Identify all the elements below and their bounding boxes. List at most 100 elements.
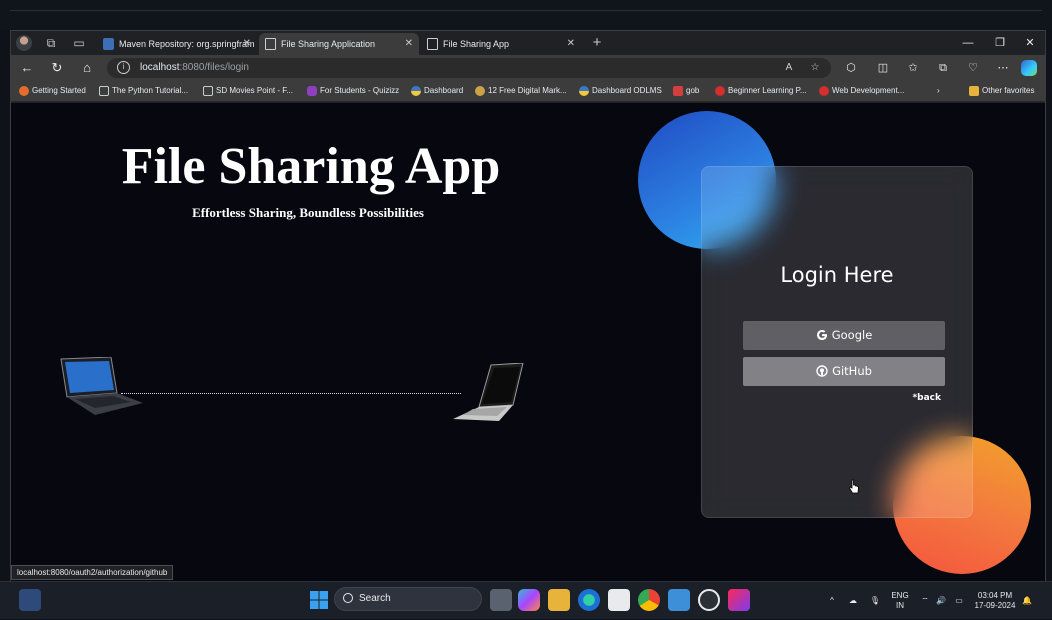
bookmark-item[interactable]: For Students - Quizizz — [307, 80, 399, 102]
link-status-bar: localhost:8080/oauth2/authorization/gith… — [11, 565, 174, 580]
login-heading: Login Here — [780, 263, 894, 287]
tab-actions-icon[interactable]: ▭ — [71, 35, 87, 51]
profile-avatar[interactable] — [16, 35, 32, 51]
notepad-icon[interactable] — [668, 589, 690, 611]
address-url[interactable]: localhost:8080/files/login — [140, 58, 249, 78]
github-icon — [816, 365, 828, 377]
bookmark-item[interactable]: The Python Tutorial... — [99, 80, 188, 102]
wifi-icon[interactable]: ⌔ — [918, 582, 932, 620]
tab-maven[interactable]: Maven Repository: org.springfram ✕ — [97, 33, 257, 55]
gfg-icon — [819, 86, 829, 96]
google-button-label: Google — [831, 328, 873, 342]
split-screen-icon[interactable]: ◫ — [873, 58, 893, 78]
file-explorer-icon[interactable] — [548, 589, 570, 611]
microphone-icon[interactable]: 🎙 — [868, 582, 882, 620]
python-icon — [411, 86, 421, 96]
language-indicator[interactable]: ENG IN — [888, 582, 912, 620]
chevron-right-icon[interactable]: › — [937, 80, 940, 102]
toolbar: ← ↻ ⌂ i localhost:8080/files/login A ☆ ⬡… — [11, 55, 1045, 80]
site-info-icon[interactable]: i — [117, 61, 130, 74]
intellij-icon[interactable] — [728, 589, 750, 611]
edge-icon[interactable] — [578, 589, 600, 611]
page-subtitle: Effortless Sharing, Boundless Possibilit… — [192, 205, 424, 220]
store-icon[interactable] — [608, 589, 630, 611]
close-tab-icon[interactable]: ✕ — [243, 33, 251, 55]
browser-essentials-icon[interactable]: ♡ — [963, 58, 983, 78]
home-icon[interactable]: ⌂ — [77, 58, 97, 78]
refresh-icon[interactable]: ↻ — [47, 58, 67, 78]
chevron-up-icon[interactable]: ^ — [826, 582, 838, 620]
folder-icon — [969, 86, 979, 96]
collections-icon[interactable]: ⧉ — [933, 58, 953, 78]
browser-window: ⧉ ▭ Maven Repository: org.springfram ✕ F… — [10, 30, 1046, 581]
page-favicon-icon — [427, 38, 438, 50]
task-view-icon[interactable] — [490, 589, 512, 611]
github-login-button[interactable]: GitHub — [743, 357, 945, 386]
close-tab-icon[interactable]: ✕ — [567, 33, 575, 55]
firefox-icon — [19, 86, 29, 96]
page-favicon-icon — [265, 38, 276, 50]
gfg-icon — [715, 86, 725, 96]
bookmark-item[interactable]: SD Movies Point - F... — [203, 80, 293, 102]
bookmark-item[interactable]: Dashboard — [411, 80, 463, 102]
widgets-icon[interactable] — [19, 589, 41, 611]
bookmark-item[interactable]: 12 Free Digital Mark... — [475, 80, 567, 102]
copilot-icon[interactable] — [1021, 60, 1037, 76]
gob-icon — [673, 86, 683, 96]
copilot-taskbar-icon[interactable] — [518, 589, 540, 611]
bookmark-item[interactable]: Web Development... — [819, 80, 904, 102]
clock[interactable]: 03:04 PM 17-09-2024 — [970, 582, 1020, 620]
page-icon — [203, 86, 213, 96]
taskbar: Search ^ ☁ 🎙 ENG IN ⌔ 🔊 ▭ 03:04 PM 17-09-2… — [0, 581, 1052, 619]
chrome-icon[interactable] — [638, 589, 660, 611]
onedrive-icon[interactable]: ☁ — [846, 582, 860, 620]
new-tab-button[interactable]: + — [589, 35, 605, 51]
back-arrow-icon[interactable]: ← — [17, 58, 37, 78]
quizizz-icon — [307, 86, 317, 96]
tab-title: File Sharing App — [443, 39, 510, 49]
address-bar[interactable]: i localhost:8080/files/login A ☆ — [107, 58, 831, 78]
laptop-right-image — [453, 363, 524, 421]
bookmarks-bar: Getting Started The Python Tutorial... S… — [11, 80, 1045, 102]
bookmark-item[interactable]: Getting Started — [19, 80, 86, 102]
github-button-label: GitHub — [832, 364, 872, 378]
extensions-icon[interactable]: ⬡ — [841, 58, 861, 78]
tab-bar: ⧉ ▭ Maven Repository: org.springfram ✕ F… — [11, 31, 1045, 55]
bookmark-item[interactable]: Dashboard ODLMS — [579, 80, 662, 102]
tab-file-sharing-app[interactable]: File Sharing App ✕ — [421, 33, 581, 55]
page-icon — [99, 86, 109, 96]
favorite-star-icon[interactable]: ☆ — [807, 60, 823, 76]
github-desktop-icon[interactable] — [698, 589, 720, 611]
back-link[interactable]: *back — [912, 393, 941, 403]
bookmark-item[interactable]: Beginner Learning P... — [715, 80, 807, 102]
taskbar-search[interactable]: Search — [334, 587, 482, 611]
notifications-bell-icon[interactable]: 🔔 — [1020, 582, 1034, 620]
bookmark-item[interactable]: gob — [673, 80, 699, 102]
tab-file-sharing-application[interactable]: File Sharing Application ✕ — [259, 33, 419, 55]
close-window-button[interactable]: ✕ — [1015, 31, 1045, 55]
hand-cursor-icon — [848, 479, 859, 494]
other-favorites[interactable]: Other favorites — [969, 80, 1034, 102]
volume-icon[interactable]: 🔊 — [934, 582, 948, 620]
tab-title: Maven Repository: org.springfram — [119, 39, 255, 49]
start-button-icon[interactable] — [308, 589, 330, 611]
python-icon — [579, 86, 589, 96]
web-page: File Sharing App Effortless Sharing, Bou… — [11, 103, 1045, 581]
workspaces-icon[interactable]: ⧉ — [43, 35, 59, 51]
restore-button[interactable]: ❐ — [985, 31, 1015, 55]
page-title: File Sharing App — [121, 138, 501, 195]
google-icon — [816, 330, 827, 340]
more-menu-icon[interactable]: ⋯ — [993, 58, 1013, 78]
search-icon — [343, 593, 353, 603]
laptop-left-image — [60, 357, 143, 415]
minimize-button[interactable]: — — [953, 31, 983, 55]
google-login-button[interactable]: Google — [743, 321, 945, 350]
desktop-top-strip — [0, 0, 1052, 30]
login-card: Login Here Google GitHub *back — [701, 166, 973, 518]
tab-title: File Sharing Application — [281, 39, 376, 49]
battery-icon[interactable]: ▭ — [952, 582, 966, 620]
read-aloud-icon[interactable]: A — [781, 60, 797, 76]
close-tab-icon[interactable]: ✕ — [405, 33, 413, 55]
maven-favicon-icon — [103, 38, 114, 50]
favorites-icon[interactable]: ✩ — [903, 58, 923, 78]
